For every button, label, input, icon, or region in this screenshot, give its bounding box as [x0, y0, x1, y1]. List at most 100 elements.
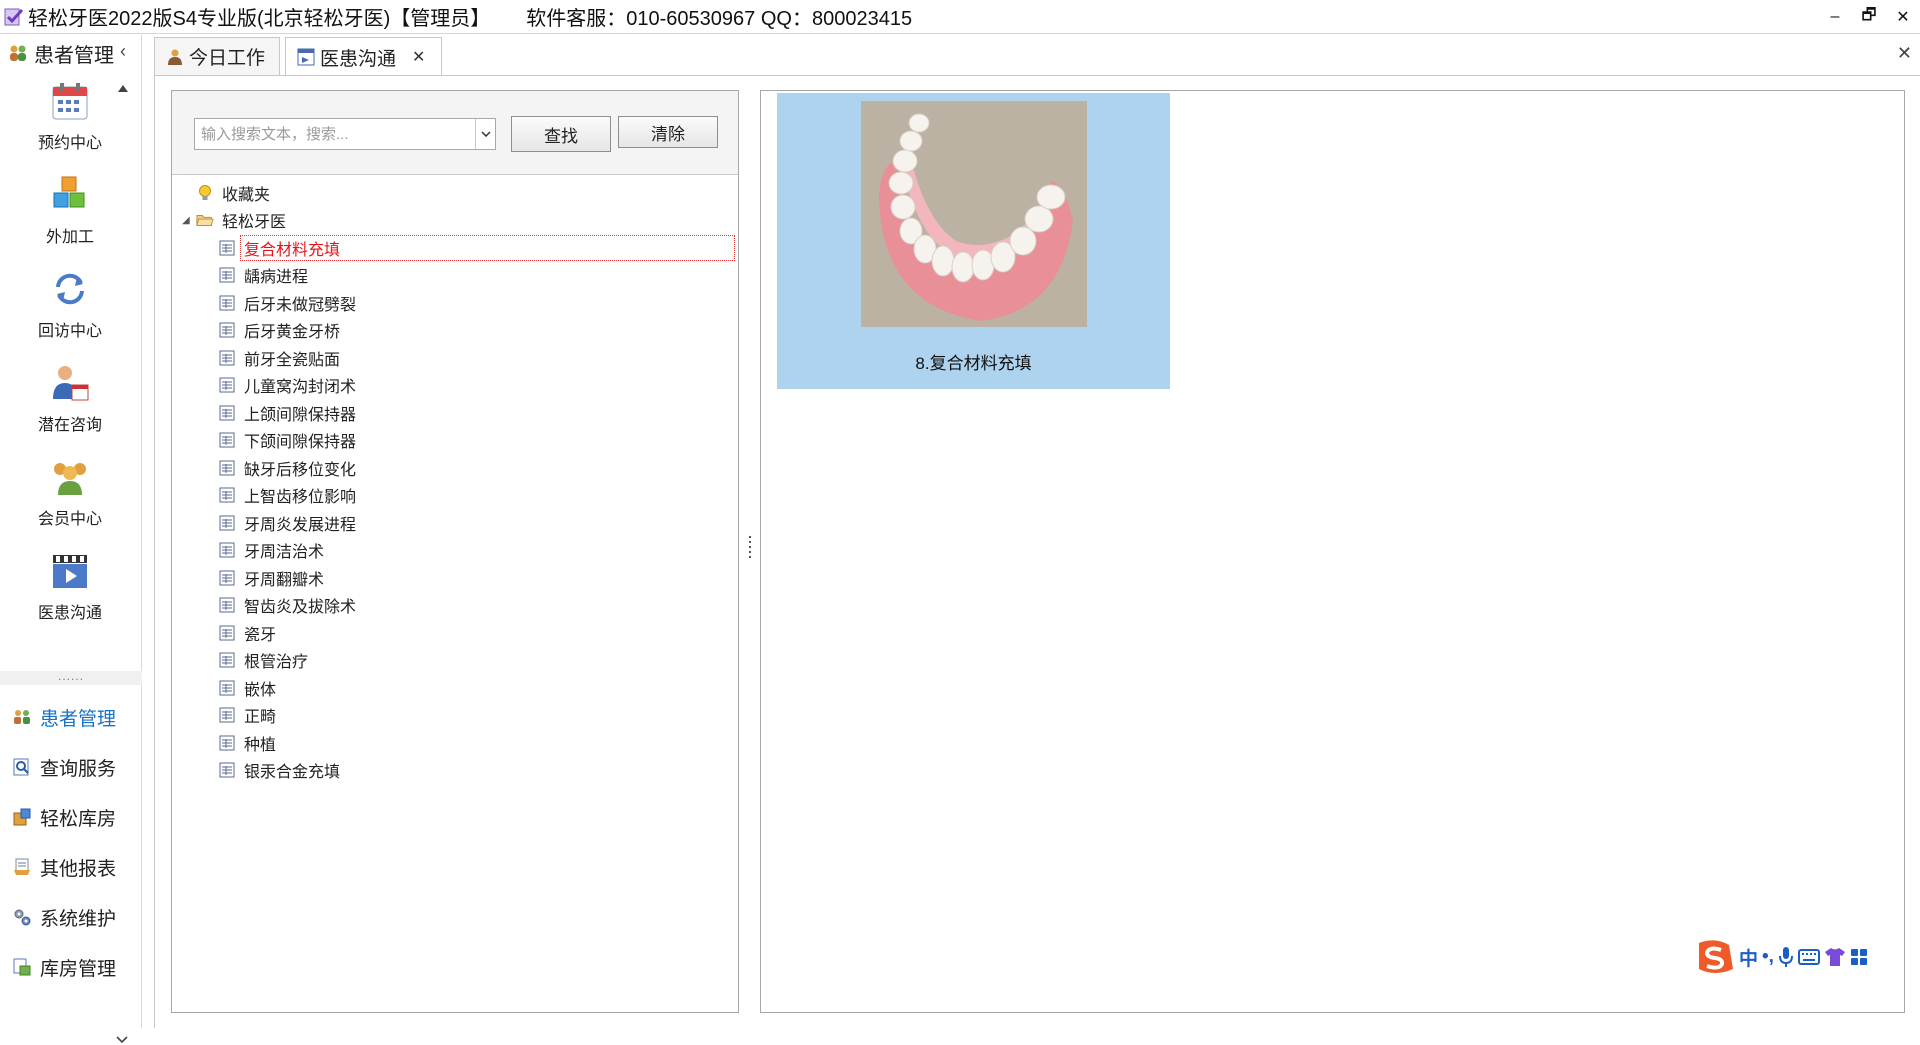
document-icon [218, 321, 236, 339]
tree-node-item[interactable]: 后牙黄金牙桥 [172, 317, 738, 345]
close-window-button[interactable]: ✕ [1886, 0, 1920, 34]
tab-label: 医患沟通 [320, 48, 397, 70]
sogou-logo-icon[interactable] [1695, 940, 1735, 973]
sidebar-item-outsourcing[interactable]: 外加工 [0, 173, 140, 267]
restore-button[interactable]: 🗗 [1852, 0, 1886, 34]
skin-shirt-icon[interactable] [1824, 941, 1846, 973]
calendar-icon [50, 79, 90, 123]
tree-node-item[interactable]: 下颌间隙保持器 [172, 427, 738, 455]
category-tree: 收藏夹 ◢ 轻松牙医 复合材料充填 龋病进程 后牙未做冠劈裂后牙黄金牙桥 前牙全瓷贴面… [172, 179, 738, 784]
tree-node-item[interactable]: 瓷牙 [172, 619, 738, 647]
close-all-tabs-button[interactable]: ✕ [1897, 43, 1912, 64]
expand-toggle-icon[interactable]: ◢ [182, 215, 190, 226]
document-icon [218, 706, 236, 724]
tree-node-item[interactable]: 嵌体 [172, 674, 738, 702]
tree-node-item[interactable]: 缺牙后移位变化 [172, 454, 738, 482]
document-icon [218, 486, 236, 504]
patients-group-icon [10, 45, 26, 61]
tab-close-button[interactable]: ✕ [412, 47, 425, 67]
tab-communication[interactable]: 医患沟通 ✕ [285, 37, 442, 76]
ime-punctuation-toggle[interactable]: •, [1762, 941, 1774, 973]
refresh-icon [50, 267, 90, 311]
toolbox-grid-icon[interactable] [1850, 941, 1868, 973]
teeth-model-image[interactable] [861, 101, 1087, 327]
tab-today-work[interactable]: 今日工作 [154, 37, 280, 75]
sidebar-item-inventory[interactable]: 库房管理 [0, 942, 142, 992]
tree-node-item[interactable]: 儿童窝沟封闭术 [172, 372, 738, 400]
sidebar-item-label: 轻松库房 [40, 808, 117, 830]
sidebar-item-query[interactable]: 查询服务 [0, 742, 142, 792]
patients-icon [12, 707, 32, 727]
sidebar-item-patients[interactable]: 患者管理 [0, 692, 142, 742]
keyboard-icon[interactable] [1797, 941, 1820, 973]
document-icon [218, 761, 236, 779]
tree-node-item[interactable]: 牙周炎发展进程 [172, 509, 738, 537]
sidebar-item-label: 外加工 [45, 229, 94, 246]
tree-node-item[interactable]: 龋病进程 [172, 262, 738, 290]
sidebar-item-warehouse[interactable]: 轻松库房 [0, 792, 142, 842]
sidebar-item-members[interactable]: 会员中心 [0, 455, 140, 549]
gallery-item[interactable]: 8.复合材料充填 [777, 93, 1170, 389]
tree-node-item[interactable]: 正畸 [172, 702, 738, 730]
tree-node-item[interactable]: 复合材料充填 [172, 234, 738, 262]
inventory-icon [12, 957, 32, 977]
tree-node-item[interactable]: 牙周翻瓣术 [172, 564, 738, 592]
tree-node-item[interactable]: 前牙全瓷贴面 [172, 344, 738, 372]
clear-button[interactable]: 清除 [618, 116, 718, 148]
ime-toolbar: 中 •, [1695, 935, 1920, 979]
tab-label: 今日工作 [189, 48, 266, 69]
sidebar-item-reports[interactable]: 其他报表 [0, 842, 142, 892]
tree-node-item[interactable]: 种植 [172, 729, 738, 757]
tree-node-label: 牙周炎发展进程 [244, 516, 357, 534]
sidebar-item-consultation[interactable]: 潜在咨询 [0, 361, 140, 455]
search-input[interactable] [195, 119, 475, 149]
sidebar-item-system[interactable]: 系统维护 [0, 892, 142, 942]
tree-node-label: 轻松牙医 [222, 214, 287, 232]
document-icon [218, 266, 236, 284]
sidebar-item-communication[interactable]: 医患沟通 [0, 549, 140, 643]
tree-node-item[interactable]: 牙周洁治术 [172, 537, 738, 565]
find-button[interactable]: 查找 [511, 116, 611, 152]
tree-node-item[interactable]: 后牙未做冠劈裂 [172, 289, 738, 317]
panel-splitter[interactable] [747, 536, 753, 558]
tree-node-favorites[interactable]: 收藏夹 [172, 179, 738, 207]
tree-node-label: 后牙黄金牙桥 [244, 324, 341, 342]
document-icon [218, 679, 236, 697]
tree-node-item[interactable]: 智齿炎及拔除术 [172, 592, 738, 620]
support-contact: 软件客服：010-60530967 QQ：800023415 [526, 8, 913, 30]
search-combo [194, 118, 496, 150]
document-icon [218, 349, 236, 367]
microphone-icon[interactable] [1778, 941, 1794, 973]
tree-node-label: 下颌间隙保持器 [244, 434, 357, 452]
sidebar-splitter[interactable]: ...... [0, 670, 142, 685]
sidebar-collapse-button[interactable]: ‹ [120, 41, 126, 62]
tree-node-label: 收藏夹 [222, 186, 271, 204]
sidebar-header: 患者管理 ‹ [0, 35, 142, 71]
ime-language-toggle[interactable]: 中 [1739, 941, 1758, 973]
sidebar-item-followup[interactable]: 回访中心 [0, 267, 140, 361]
search-dropdown-button[interactable] [475, 119, 495, 149]
minimize-button[interactable]: – [1818, 0, 1852, 34]
sidebar-title: 患者管理 [34, 44, 114, 67]
document-icon [218, 541, 236, 559]
sidebar-item-appointments[interactable]: 预约中心 [0, 79, 140, 173]
tree-node-item[interactable]: 上颌间隙保持器 [172, 399, 738, 427]
document-icon [218, 431, 236, 449]
tree-node-label: 牙周翻瓣术 [244, 571, 325, 589]
tree-node-item[interactable]: 根管治疗 [172, 647, 738, 675]
gears-icon [12, 907, 32, 927]
tree-node-label: 瓷牙 [244, 626, 277, 644]
sidebar-item-label: 医患沟通 [37, 605, 102, 622]
document-icon [218, 596, 236, 614]
sidebar-nav: 患者管理 查询服务 轻松库房 其他报表 系统维护 库房管理 [0, 692, 142, 992]
tree-node-root[interactable]: ◢ 轻松牙医 [172, 207, 738, 235]
tree-node-item[interactable]: 银汞合金充填 [172, 757, 738, 785]
scroll-down-icon[interactable] [115, 1035, 129, 1045]
tree-node-label: 银汞合金充填 [244, 764, 341, 782]
communication-icon [296, 47, 316, 67]
tree-node-item[interactable]: 上智齿移位影响 [172, 482, 738, 510]
tree-node-label: 牙周洁治术 [244, 544, 325, 562]
tree-node-label: 缺牙后移位变化 [244, 461, 357, 479]
document-icon [218, 624, 236, 642]
tree-node-label: 前牙全瓷贴面 [244, 351, 341, 369]
